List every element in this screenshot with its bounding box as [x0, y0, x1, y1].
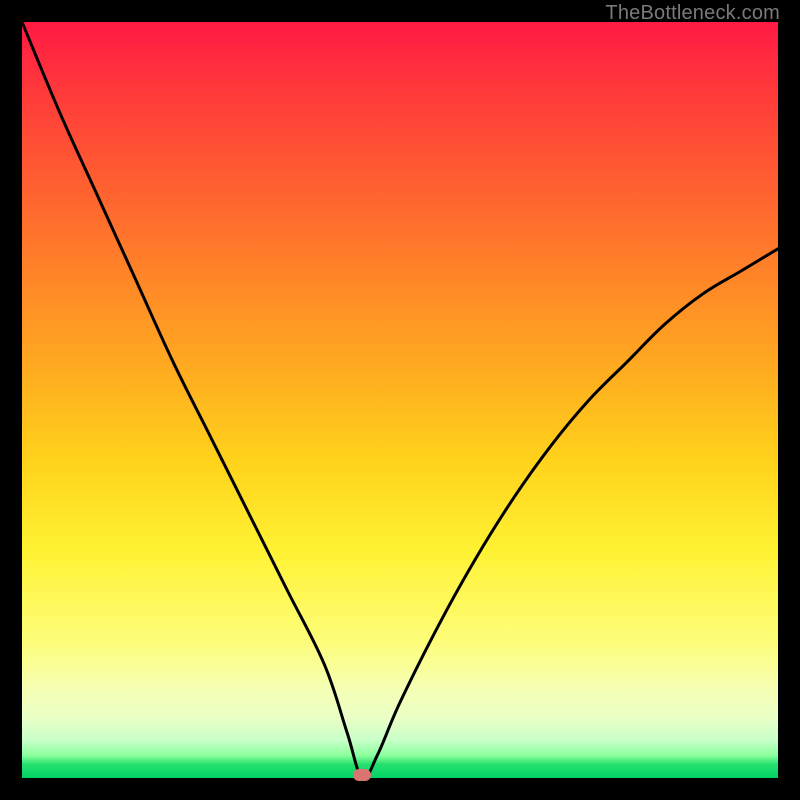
bottleneck-curve	[22, 22, 778, 778]
plot-area	[22, 22, 778, 778]
chart-frame: TheBottleneck.com	[0, 0, 800, 800]
optimum-marker	[353, 769, 371, 781]
